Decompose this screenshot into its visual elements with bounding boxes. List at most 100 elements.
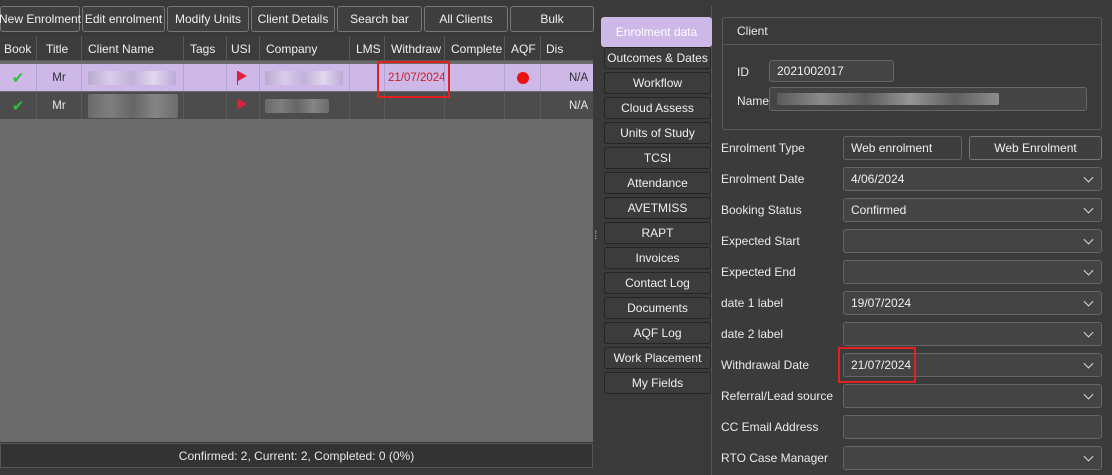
client-id-label: ID <box>737 65 749 79</box>
cell-company <box>260 92 350 119</box>
cell-title: Mr <box>37 92 82 119</box>
table-row[interactable]: ✔ Mr N/A <box>0 92 593 119</box>
cell-withdraw <box>385 92 445 119</box>
expected-end-select[interactable] <box>843 260 1102 284</box>
aqf-status-dot-icon <box>505 64 541 91</box>
client-id-field[interactable]: 2021002017 <box>769 60 894 82</box>
expected-end-label: Expected End <box>721 265 796 279</box>
table-row[interactable]: ✔ Mr 21/07/2024 N/A <box>0 64 593 91</box>
tab-avetmiss[interactable]: AVETMISS <box>604 197 711 219</box>
col-dis[interactable]: Dis <box>541 36 593 61</box>
date2-label: date 2 label <box>721 327 784 341</box>
cell-complete <box>445 64 505 91</box>
enrolment-date-select[interactable]: 4/06/2024 <box>843 167 1102 191</box>
chevron-down-icon <box>1083 296 1094 307</box>
client-name-field[interactable] <box>769 87 1087 111</box>
tab-workflow[interactable]: Workflow <box>604 72 711 94</box>
status-bar: Confirmed: 2, Current: 2, Completed: 0 (… <box>0 443 593 468</box>
enrolment-date-label: Enrolment Date <box>721 172 805 186</box>
client-details-button[interactable]: Client Details <box>251 6 335 32</box>
cell-tags <box>184 64 227 91</box>
enrolment-grid: Book Title Client Name Tags USI Company … <box>0 36 593 442</box>
all-clients-button[interactable]: All Clients <box>424 6 508 32</box>
chevron-down-icon <box>1083 172 1094 183</box>
col-withdraw[interactable]: Withdraw <box>385 36 445 61</box>
booking-status-value: Confirmed <box>851 203 907 217</box>
usi-flag-icon <box>227 92 260 119</box>
withdrawal-date-label: Withdrawal Date <box>721 358 810 372</box>
chevron-down-icon <box>1083 451 1094 462</box>
new-enrolment-button[interactable]: New Enrolment <box>0 6 81 32</box>
expected-start-label: Expected Start <box>721 234 800 248</box>
referral-select[interactable] <box>843 384 1102 408</box>
date1-select[interactable]: 19/07/2024 <box>843 291 1102 315</box>
cell-company <box>260 64 350 91</box>
chevron-down-icon <box>1083 203 1094 214</box>
col-usi[interactable]: USI <box>227 36 260 61</box>
cell-complete <box>445 92 505 119</box>
usi-flag-icon <box>227 64 260 91</box>
bulk-button[interactable]: Bulk <box>510 6 594 32</box>
client-group: Client ID 2021002017 Name <box>722 17 1102 130</box>
cell-title: Mr <box>37 64 82 91</box>
cell-lms <box>350 92 385 119</box>
book-check-icon: ✔ <box>0 64 37 91</box>
cell-client-name <box>82 92 184 119</box>
splitter-grip-icon[interactable]: ⁞ <box>594 228 602 244</box>
cell-dis: N/A <box>569 99 589 112</box>
chevron-down-icon <box>1083 265 1094 276</box>
tab-my-fields[interactable]: My Fields <box>604 372 711 394</box>
client-group-title: Client <box>723 18 1101 45</box>
tab-attendance[interactable]: Attendance <box>604 172 711 194</box>
tab-tcsi[interactable]: TCSI <box>604 147 711 169</box>
withdrawal-date-select[interactable]: 21/07/2024 <box>843 353 1102 377</box>
tab-work-placement[interactable]: Work Placement <box>604 347 711 369</box>
rto-case-manager-label: RTO Case Manager <box>721 451 828 465</box>
enrolment-date-value: 4/06/2024 <box>851 172 905 186</box>
expected-start-select[interactable] <box>843 229 1102 253</box>
search-bar-button[interactable]: Search bar <box>337 6 422 32</box>
col-lms[interactable]: LMS <box>350 36 385 61</box>
tab-enrolment-data[interactable]: Enrolment data <box>601 17 712 47</box>
tab-aqf-log[interactable]: AQF Log <box>604 322 711 344</box>
cc-email-field[interactable] <box>843 415 1102 439</box>
web-enrolment-button[interactable]: Web Enrolment <box>969 136 1102 160</box>
date2-select[interactable] <box>843 322 1102 346</box>
cell-aqf <box>505 92 541 119</box>
redacted-client-name <box>88 93 178 118</box>
col-book[interactable]: Book <box>0 36 37 61</box>
cc-email-label: CC Email Address <box>721 420 819 434</box>
modify-units-button[interactable]: Modify Units <box>167 6 249 32</box>
client-name-label: Name <box>737 94 770 108</box>
tab-outcomes-dates[interactable]: Outcomes & Dates <box>604 47 711 69</box>
chevron-down-icon <box>1083 327 1094 338</box>
tab-rapt[interactable]: RAPT <box>604 222 711 244</box>
col-tags[interactable]: Tags <box>184 36 227 61</box>
col-title[interactable]: Title <box>37 36 82 61</box>
tab-invoices[interactable]: Invoices <box>604 247 711 269</box>
tab-documents[interactable]: Documents <box>604 297 711 319</box>
redacted-client-name <box>777 93 999 105</box>
cell-dis: N/A <box>569 71 589 84</box>
enrolment-type-field[interactable]: Web enrolment <box>843 136 962 160</box>
cell-withdraw: 21/07/2024 <box>385 64 445 91</box>
grid-header: Book Title Client Name Tags USI Company … <box>0 36 593 61</box>
col-complete[interactable]: Complete <box>445 36 505 61</box>
rto-case-manager-select[interactable] <box>843 446 1102 470</box>
col-client-name[interactable]: Client Name <box>82 36 184 61</box>
tab-contact-log[interactable]: Contact Log <box>604 272 711 294</box>
edit-enrolment-button[interactable]: Edit enrolment <box>82 6 165 32</box>
enrolment-type-label: Enrolment Type <box>721 141 805 155</box>
col-company[interactable]: Company <box>260 36 350 61</box>
booking-status-label: Booking Status <box>721 203 802 217</box>
col-aqf[interactable]: AQF <box>505 36 541 61</box>
referral-label: Referral/Lead source <box>721 389 834 403</box>
cell-lms <box>350 64 385 91</box>
redacted-company <box>265 70 343 85</box>
chevron-down-icon <box>1083 389 1094 400</box>
date1-label: date 1 label <box>721 296 784 310</box>
booking-status-select[interactable]: Confirmed <box>843 198 1102 222</box>
book-check-icon: ✔ <box>0 92 37 119</box>
tab-cloud-assess[interactable]: Cloud Assess <box>604 97 711 119</box>
tab-units-of-study[interactable]: Units of Study <box>604 122 711 144</box>
